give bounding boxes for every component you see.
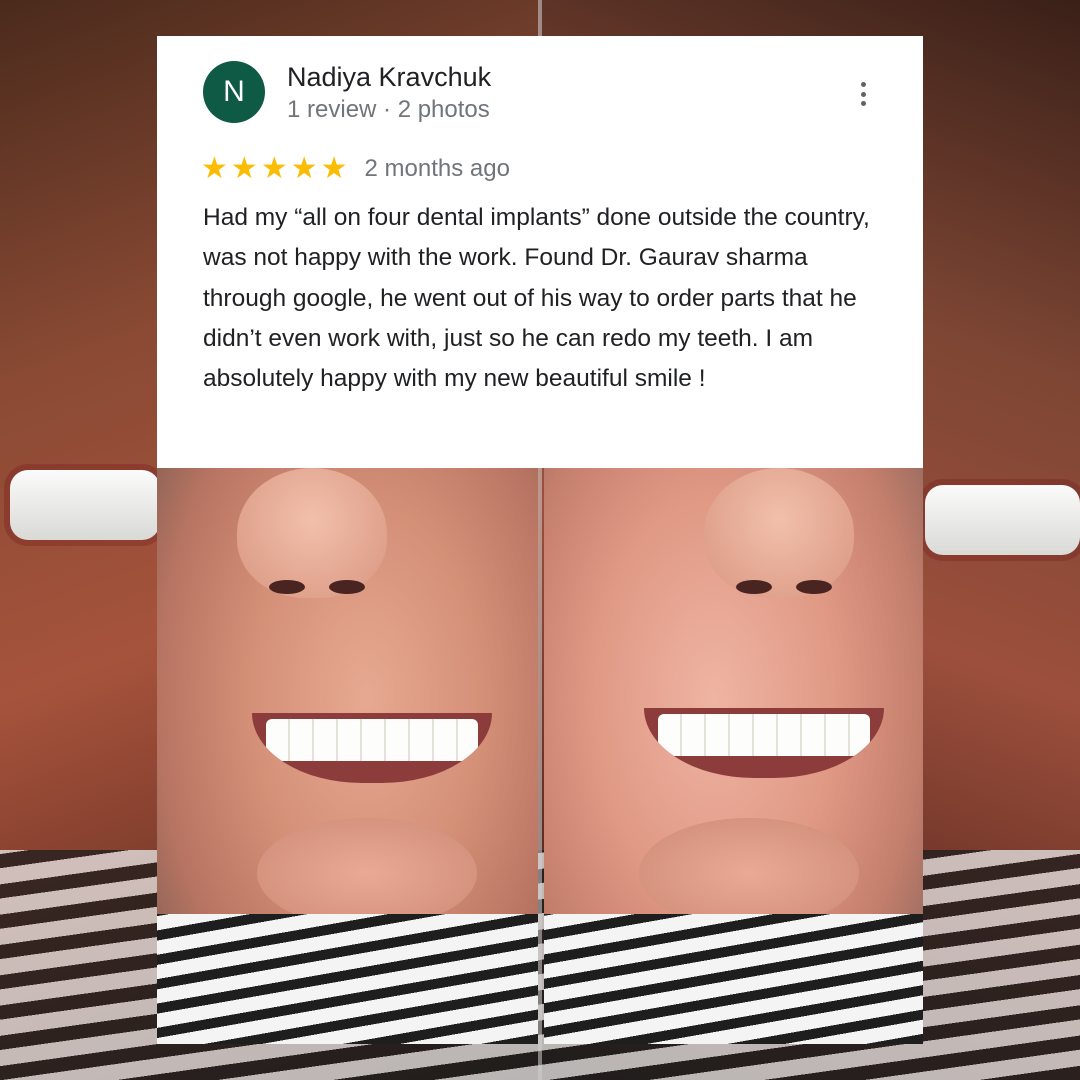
striped-shirt <box>544 914 923 1044</box>
star-icon: ★ <box>201 152 228 185</box>
review-photo-before[interactable] <box>157 468 538 1044</box>
dot <box>860 82 866 87</box>
mouth <box>252 713 492 783</box>
teeth <box>658 714 870 756</box>
nostril <box>796 580 832 594</box>
nostril <box>736 580 772 594</box>
dot <box>860 101 866 106</box>
nostril <box>329 580 365 594</box>
more-vert-icon[interactable] <box>859 82 867 106</box>
star-rating: ★ ★ ★ ★ ★ 2 months ago <box>201 154 510 184</box>
star-icon: ★ <box>260 152 288 185</box>
background-teeth-right <box>925 485 1080 555</box>
nostril <box>269 580 305 594</box>
star-icon: ★ <box>320 152 348 185</box>
striped-shirt <box>157 914 538 1044</box>
review-time: 2 months ago <box>364 155 510 182</box>
review-photo-after[interactable] <box>544 468 923 1044</box>
avatar[interactable]: N <box>203 61 265 123</box>
nose <box>237 468 387 598</box>
review-card: N Nadiya Kravchuk 1 review · 2 photos ★ … <box>157 36 923 468</box>
star-icon: ★ <box>290 152 318 185</box>
dot <box>860 91 866 97</box>
reviewer-meta: 1 review · 2 photos <box>287 96 490 123</box>
nose <box>704 468 854 598</box>
mouth <box>644 708 884 778</box>
reviewer-name[interactable]: Nadiya Kravchuk <box>287 62 491 93</box>
background-teeth-left <box>10 470 160 540</box>
chin <box>257 818 477 928</box>
chin <box>639 818 859 928</box>
star-icon: ★ <box>230 152 258 185</box>
review-text: Had my “all on four dental implants” don… <box>203 204 870 393</box>
teeth <box>266 719 478 761</box>
